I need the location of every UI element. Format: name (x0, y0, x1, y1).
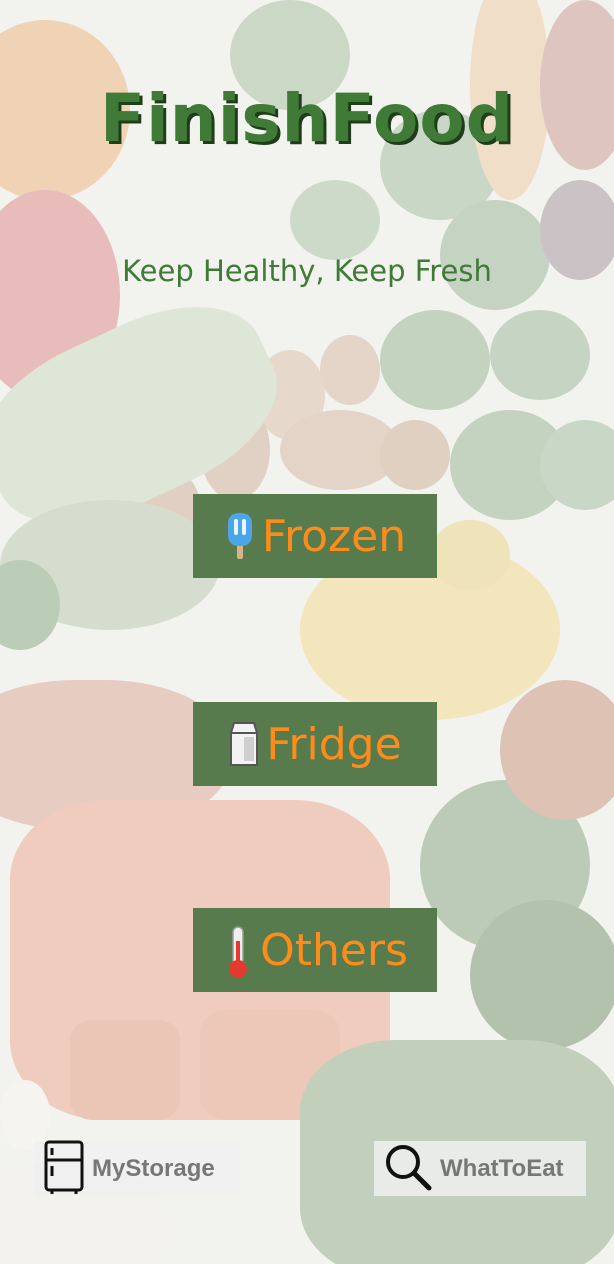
app-title: FinishFood (100, 80, 514, 157)
thermometer-icon (222, 925, 254, 978)
frozen-button[interactable]: Frozen (193, 494, 437, 578)
mystorage-tab[interactable]: MyStorage (34, 1140, 239, 1198)
popsicle-icon (224, 511, 256, 561)
frozen-label: Frozen (261, 510, 407, 562)
background-image (0, 0, 614, 1264)
search-icon (384, 1143, 432, 1195)
others-button[interactable]: Others (193, 908, 437, 992)
whattoeat-tab[interactable]: WhatToEat (374, 1141, 586, 1196)
others-label: Others (260, 924, 408, 976)
whattoeat-label: WhatToEat (440, 1154, 564, 1182)
refrigerator-icon (44, 1140, 84, 1198)
fridge-label: Fridge (266, 718, 402, 770)
fridge-button[interactable]: Fridge (193, 702, 437, 786)
mystorage-label: MyStorage (92, 1154, 215, 1182)
tagline: Keep Healthy, Keep Fresh (122, 254, 492, 288)
milk-carton-icon (228, 719, 260, 769)
